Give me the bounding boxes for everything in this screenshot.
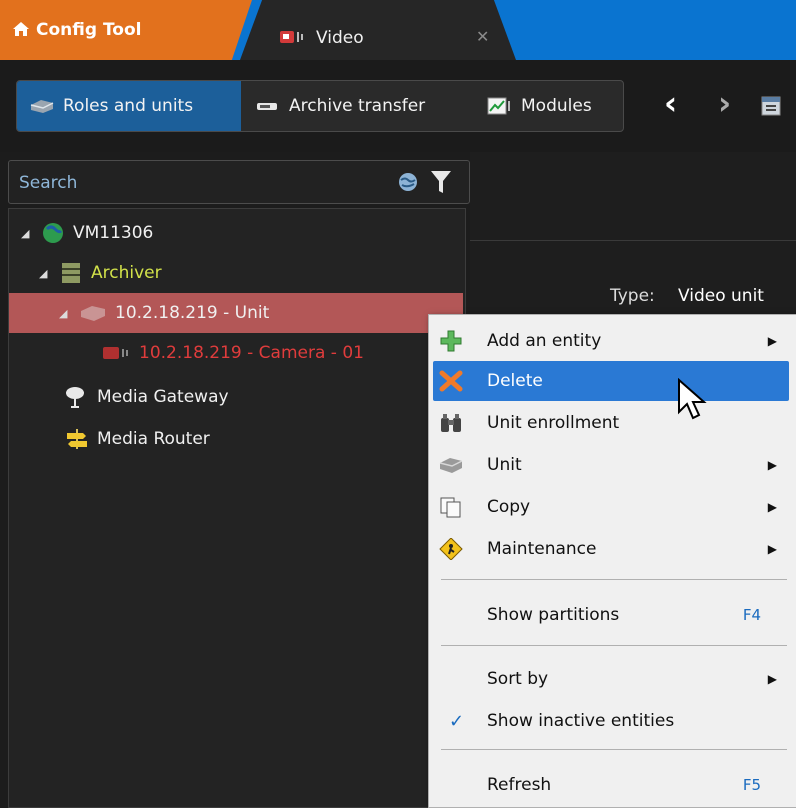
filter-icon[interactable] xyxy=(429,169,453,195)
search-input[interactable]: Search xyxy=(19,173,77,193)
submenu-arrow-icon: ▶ xyxy=(767,542,777,556)
tab-config-tool-label: Config Tool xyxy=(36,20,142,40)
mouse-cursor-icon xyxy=(678,378,707,420)
delete-icon xyxy=(439,370,463,392)
back-arrow-icon[interactable]: ‹ xyxy=(664,84,677,122)
tab-video-label: Video xyxy=(316,28,364,48)
menu-item-refresh-label: Refresh xyxy=(487,775,552,795)
menu-item-show-inactive-entities-label: Show inactive entities xyxy=(487,711,675,731)
submenu-arrow-icon: ▶ xyxy=(767,500,777,514)
task-button-group: Roles and units Archive transfer Modules xyxy=(16,80,624,132)
camera-icon xyxy=(103,347,128,359)
tree-node-camera[interactable]: 10.2.18.219 - Camera - 01 xyxy=(103,343,364,363)
tree-node-root[interactable]: ◢ VM11306 xyxy=(21,221,153,245)
camera-icon xyxy=(280,31,303,43)
archive-transfer-button[interactable]: Archive transfer xyxy=(243,81,475,131)
menu-item-maintenance[interactable]: Maintenance ▶ xyxy=(433,529,789,569)
tree-node-media-gateway-label: Media Gateway xyxy=(97,387,229,407)
maintenance-icon xyxy=(439,538,463,560)
menu-item-refresh[interactable]: Refresh F5 xyxy=(433,765,789,805)
server-icon xyxy=(30,100,54,113)
menu-item-add-entity-label: Add an entity xyxy=(487,331,602,351)
context-menu: Add an entity ▶ Delete Unit enrollment U… xyxy=(428,314,796,808)
add-icon xyxy=(440,330,462,352)
tab-strip: Config Tool Video ✕ xyxy=(0,0,796,60)
menu-item-unit-enrollment[interactable]: Unit enrollment xyxy=(433,403,789,443)
tree-node-root-label: VM11306 xyxy=(73,223,154,243)
menu-separator xyxy=(441,749,787,750)
menu-item-delete[interactable]: Delete xyxy=(433,361,789,401)
globe-search-icon[interactable] xyxy=(397,171,419,193)
menu-item-show-inactive-entities[interactable]: ✓ Show inactive entities xyxy=(433,701,789,741)
satellite-dish-icon xyxy=(66,387,84,408)
calendar-icon[interactable] xyxy=(760,92,784,118)
menu-item-sort-by[interactable]: Sort by ▶ xyxy=(433,659,789,699)
unit-icon xyxy=(439,458,463,473)
tab-video[interactable]: Video ✕ xyxy=(240,0,516,60)
menu-item-add-entity[interactable]: Add an entity ▶ xyxy=(433,321,789,361)
globe-icon xyxy=(43,223,63,243)
forward-arrow-icon[interactable]: › xyxy=(718,84,731,122)
binoculars-icon xyxy=(441,414,461,432)
close-tab-icon[interactable]: ✕ xyxy=(476,27,489,46)
menu-item-copy-label: Copy xyxy=(487,497,531,517)
menu-separator xyxy=(441,645,787,646)
signpost-icon xyxy=(67,429,87,449)
menu-item-maintenance-label: Maintenance xyxy=(487,539,597,559)
toolbar: Roles and units Archive transfer Modules… xyxy=(0,60,796,152)
menu-item-unit-enrollment-label: Unit enrollment xyxy=(487,413,620,433)
search-box[interactable]: Search xyxy=(8,160,470,204)
modules-label: Modules xyxy=(521,96,592,116)
menu-item-delete-label: Delete xyxy=(487,371,543,391)
menu-item-unit-label: Unit xyxy=(487,455,522,475)
roles-and-units-button[interactable]: Roles and units xyxy=(17,81,241,131)
transfer-icon xyxy=(257,103,277,110)
shortcut-f4: F4 xyxy=(742,606,761,624)
menu-item-unit[interactable]: Unit ▶ xyxy=(433,445,789,485)
tree-node-media-gateway[interactable]: Media Gateway xyxy=(65,385,229,409)
copy-icon xyxy=(440,497,461,518)
tree-node-media-router[interactable]: Media Router xyxy=(65,427,210,451)
modules-button[interactable]: Modules xyxy=(475,81,623,131)
menu-separator xyxy=(441,579,787,580)
submenu-arrow-icon: ▶ xyxy=(767,334,777,348)
tree-node-unit-label: 10.2.18.219 - Unit xyxy=(115,303,270,323)
config-tool-window: Config Tool Video ✕ Roles and units Arch… xyxy=(0,0,796,808)
archive-transfer-label: Archive transfer xyxy=(289,96,426,116)
tree-node-camera-label: 10.2.18.219 - Camera - 01 xyxy=(139,343,364,363)
chart-icon xyxy=(487,97,510,115)
tree-node-archiver[interactable]: ◢ Archiver xyxy=(39,261,162,285)
tree-node-media-router-label: Media Router xyxy=(97,429,210,449)
tab-config-tool[interactable]: Config Tool xyxy=(0,0,252,60)
checkmark-icon: ✓ xyxy=(449,710,465,732)
type-label: Type: xyxy=(610,286,655,306)
type-value: Video unit xyxy=(678,286,764,306)
menu-item-show-partitions-label: Show partitions xyxy=(487,605,620,625)
archiver-icon xyxy=(62,263,80,283)
menu-item-sort-by-label: Sort by xyxy=(487,669,549,689)
tree-node-archiver-label: Archiver xyxy=(91,263,162,283)
tree-node-unit[interactable]: ◢ 10.2.18.219 - Unit xyxy=(9,293,463,333)
unit-icon xyxy=(81,306,105,321)
home-icon xyxy=(13,22,29,36)
shortcut-f5: F5 xyxy=(742,776,761,794)
menu-item-copy[interactable]: Copy ▶ xyxy=(433,487,789,527)
menu-item-show-partitions[interactable]: Show partitions F4 xyxy=(433,595,789,635)
divider xyxy=(470,240,796,241)
submenu-arrow-icon: ▶ xyxy=(767,458,777,472)
submenu-arrow-icon: ▶ xyxy=(767,672,777,686)
entity-tree: ◢ VM11306 ◢ Archiver ◢ 10.2.18.219 - Uni… xyxy=(8,208,466,808)
roles-and-units-label: Roles and units xyxy=(63,96,194,116)
